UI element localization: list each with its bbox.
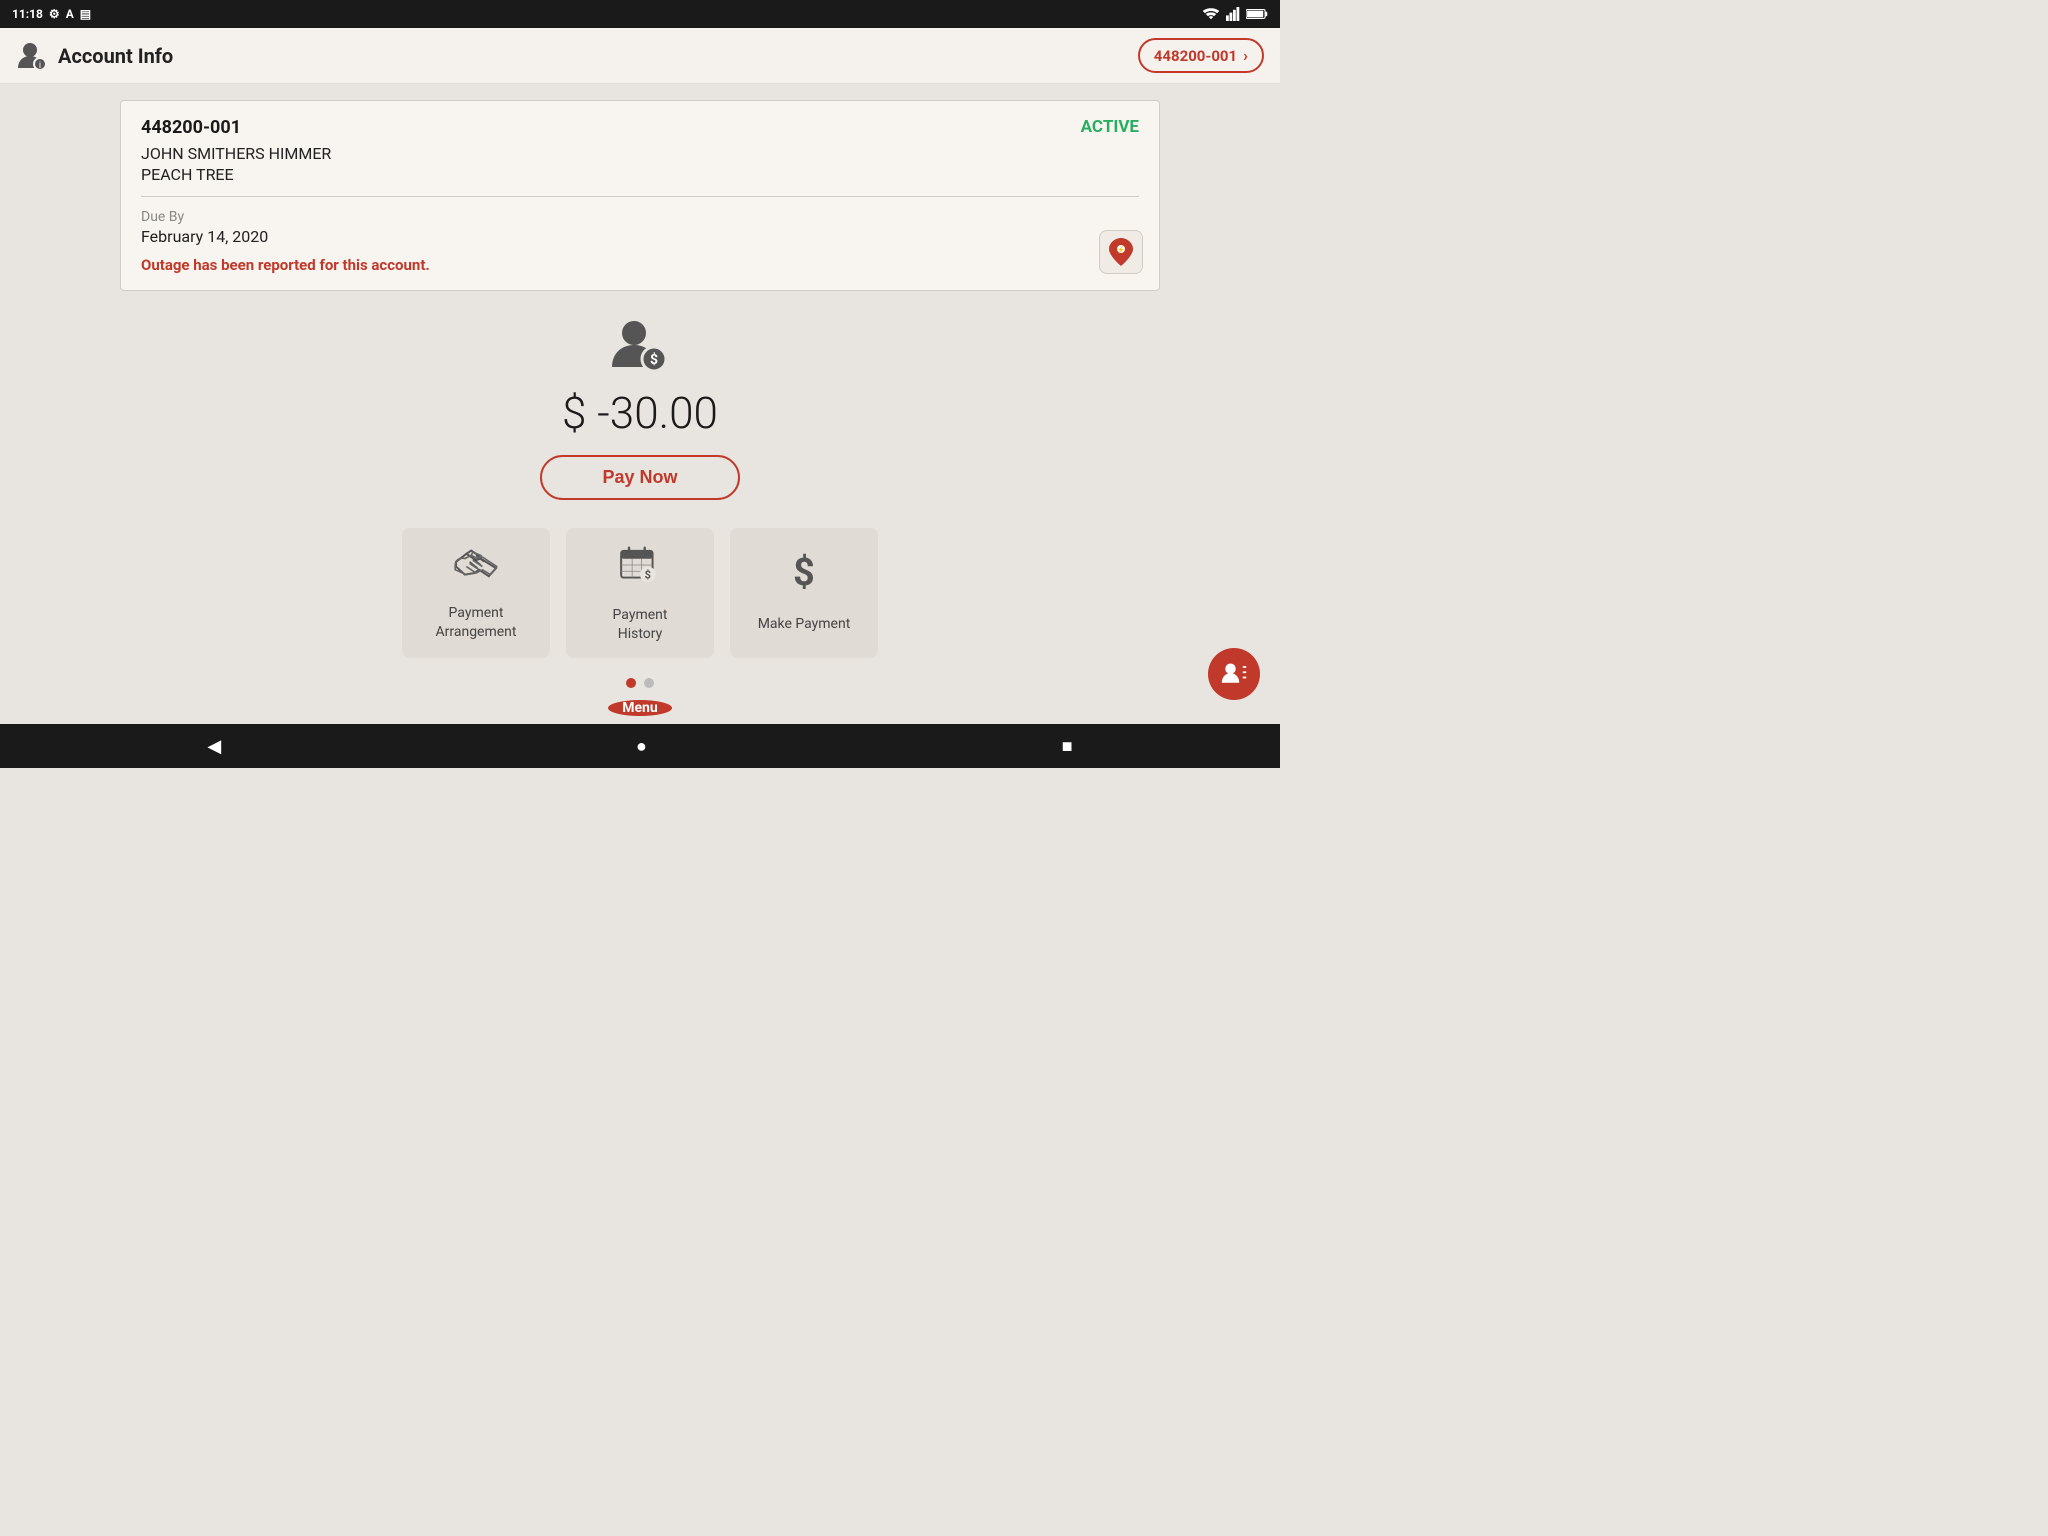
pay-now-button[interactable]: Pay Now: [540, 455, 739, 500]
account-status: ACTIVE: [1081, 117, 1139, 137]
payment-history-tile[interactable]: $ PaymentHistory: [566, 528, 714, 658]
payment-arrangement-label: PaymentArrangement: [436, 604, 517, 640]
calendar-dollar-icon: $: [618, 543, 662, 596]
payment-arrangement-tile[interactable]: PaymentArrangement: [402, 528, 550, 658]
payment-history-label: PaymentHistory: [613, 606, 668, 642]
app-bar-left: i Account Info: [16, 40, 173, 72]
svg-text:$: $: [793, 552, 815, 595]
handshake-icon: [452, 545, 500, 594]
svg-text:$: $: [645, 569, 651, 582]
balance-amount: $ -30.00: [562, 387, 718, 439]
nav-recent-button[interactable]: ■: [1062, 736, 1073, 757]
settings-icon: ⚙: [49, 7, 60, 21]
make-payment-label: Make Payment: [758, 615, 851, 633]
balance-section: $ $ -30.00 Pay Now: [540, 315, 739, 500]
due-date: February 14, 2020: [141, 227, 1139, 246]
status-bar-right: [1202, 7, 1268, 21]
contacts-icon: [1220, 660, 1248, 688]
wifi-icon: [1202, 7, 1220, 21]
pagination-dots: [626, 678, 654, 688]
status-time: 11:18: [12, 7, 43, 21]
nav-home-button[interactable]: ●: [636, 736, 647, 757]
menu-fab[interactable]: Menu: [608, 700, 672, 716]
outage-location-button[interactable]: ⚡: [1099, 230, 1143, 274]
location-pin-icon: ⚡: [1109, 238, 1133, 266]
status-bar-left: 11:18 ⚙ A ▤: [12, 7, 91, 21]
svg-text:$: $: [650, 351, 658, 368]
status-bar: 11:18 ⚙ A ▤: [0, 0, 1280, 28]
svg-text:⚡: ⚡: [1117, 245, 1126, 254]
dot-1: [626, 678, 636, 688]
account-chip-text: 448200-001: [1154, 47, 1237, 65]
app-bar: i Account Info 448200-001 ›: [0, 28, 1280, 84]
account-icon: i: [16, 40, 48, 72]
account-number: 448200-001: [141, 117, 1139, 138]
sim-icon: ▤: [80, 7, 91, 21]
main-content: 448200-001 ACTIVE JOHN SMITHERS HIMMER P…: [0, 84, 1280, 724]
nav-bar: ◀ ● ■: [0, 724, 1280, 768]
outage-warning: Outage has been reported for this accoun…: [141, 256, 1139, 274]
make-payment-tile[interactable]: $ Make Payment: [730, 528, 878, 658]
app-bar-title: Account Info: [58, 44, 173, 68]
account-location: PEACH TREE: [141, 165, 1139, 184]
account-card: 448200-001 ACTIVE JOHN SMITHERS HIMMER P…: [120, 100, 1160, 291]
menu-label: Menu: [622, 700, 658, 716]
balance-icon: $: [608, 315, 672, 379]
contacts-fab[interactable]: [1208, 648, 1260, 700]
account-name: JOHN SMITHERS HIMMER: [141, 144, 1139, 163]
account-chip[interactable]: 448200-001 ›: [1138, 38, 1264, 73]
action-tiles-row: PaymentArrangement $: [402, 528, 878, 658]
dollar-sign-icon: $: [782, 552, 826, 605]
chevron-right-icon: ›: [1243, 46, 1248, 65]
battery-icon: [1246, 8, 1268, 20]
svg-text:i: i: [39, 61, 41, 71]
dot-2: [644, 678, 654, 688]
nav-back-button[interactable]: ◀: [207, 736, 221, 757]
accessibility-icon: A: [66, 7, 74, 21]
signal-icon: [1226, 7, 1240, 21]
due-label: Due By: [141, 209, 1139, 225]
card-divider: [141, 196, 1139, 197]
